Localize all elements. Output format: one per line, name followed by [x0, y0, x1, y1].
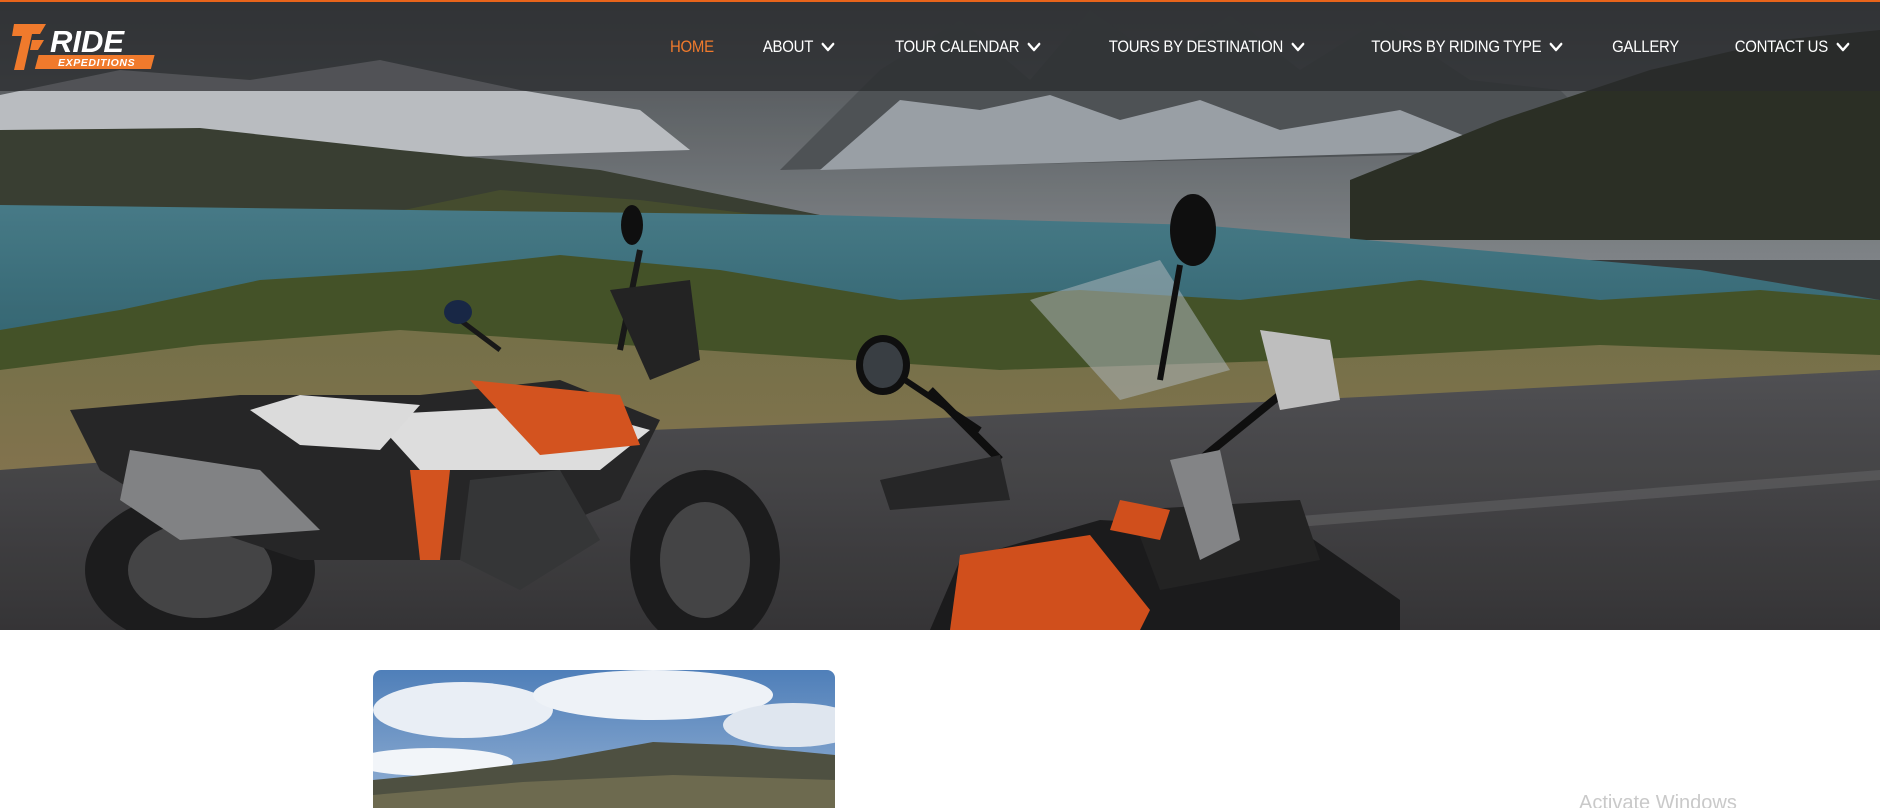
nav-item-tour-calendar[interactable]: TOUR CALENDAR — [895, 36, 1042, 57]
logo-text: RIDE — [50, 24, 125, 59]
nav-item-tours-by-riding-type[interactable]: TOURS BY RIDING TYPE — [1371, 37, 1563, 57]
chevron-down-icon — [1549, 42, 1563, 51]
nav-item-label: CONTACT US — [1734, 36, 1828, 56]
nav-item-label: GALLERY — [1612, 36, 1680, 56]
nav-item-about[interactable]: ABOUT — [763, 37, 835, 57]
logo-subtext: EXPEDITIONS — [58, 57, 135, 69]
site-header: RIDE EXPEDITIONS HOME ABOUT TOUR CALENDA… — [0, 0, 1880, 91]
main-nav: HOME ABOUT TOUR CALENDAR TOURS BY DESTIN… — [624, 2, 1850, 91]
chevron-down-icon — [1836, 42, 1850, 51]
hero-image — [0, 0, 1880, 630]
logo-mark: RIDE EXPEDITIONS — [12, 24, 155, 70]
chevron-down-icon — [821, 42, 835, 51]
nav-item-label: HOME — [669, 36, 714, 56]
nav-item-contact-us[interactable]: CONTACT US — [1735, 37, 1850, 57]
page: RIDE EXPEDITIONS HOME ABOUT TOUR CALENDA… — [0, 0, 1880, 808]
nav-item-label: TOURS BY DESTINATION — [1108, 36, 1283, 56]
nav-item-label: TOURS BY RIDING TYPE — [1370, 36, 1542, 56]
nav-item-gallery[interactable]: GALLERY — [1612, 37, 1679, 57]
hero-landscape-illustration — [0, 0, 1880, 630]
nav-item-label: ABOUT — [763, 36, 814, 56]
tour-card-landscape — [373, 670, 835, 808]
ride-expeditions-logo[interactable]: RIDE EXPEDITIONS — [10, 20, 170, 74]
tour-card-image[interactable] — [373, 670, 835, 808]
nav-item-tours-by-destination[interactable]: TOURS BY DESTINATION — [1108, 36, 1305, 57]
chevron-down-icon — [1028, 42, 1042, 51]
activate-windows-watermark: Activate Windows — [1579, 792, 1737, 808]
nav-item-label: TOUR CALENDAR — [895, 36, 1020, 56]
chevron-down-icon — [1291, 42, 1305, 51]
nav-item-home[interactable]: HOME — [669, 37, 713, 57]
